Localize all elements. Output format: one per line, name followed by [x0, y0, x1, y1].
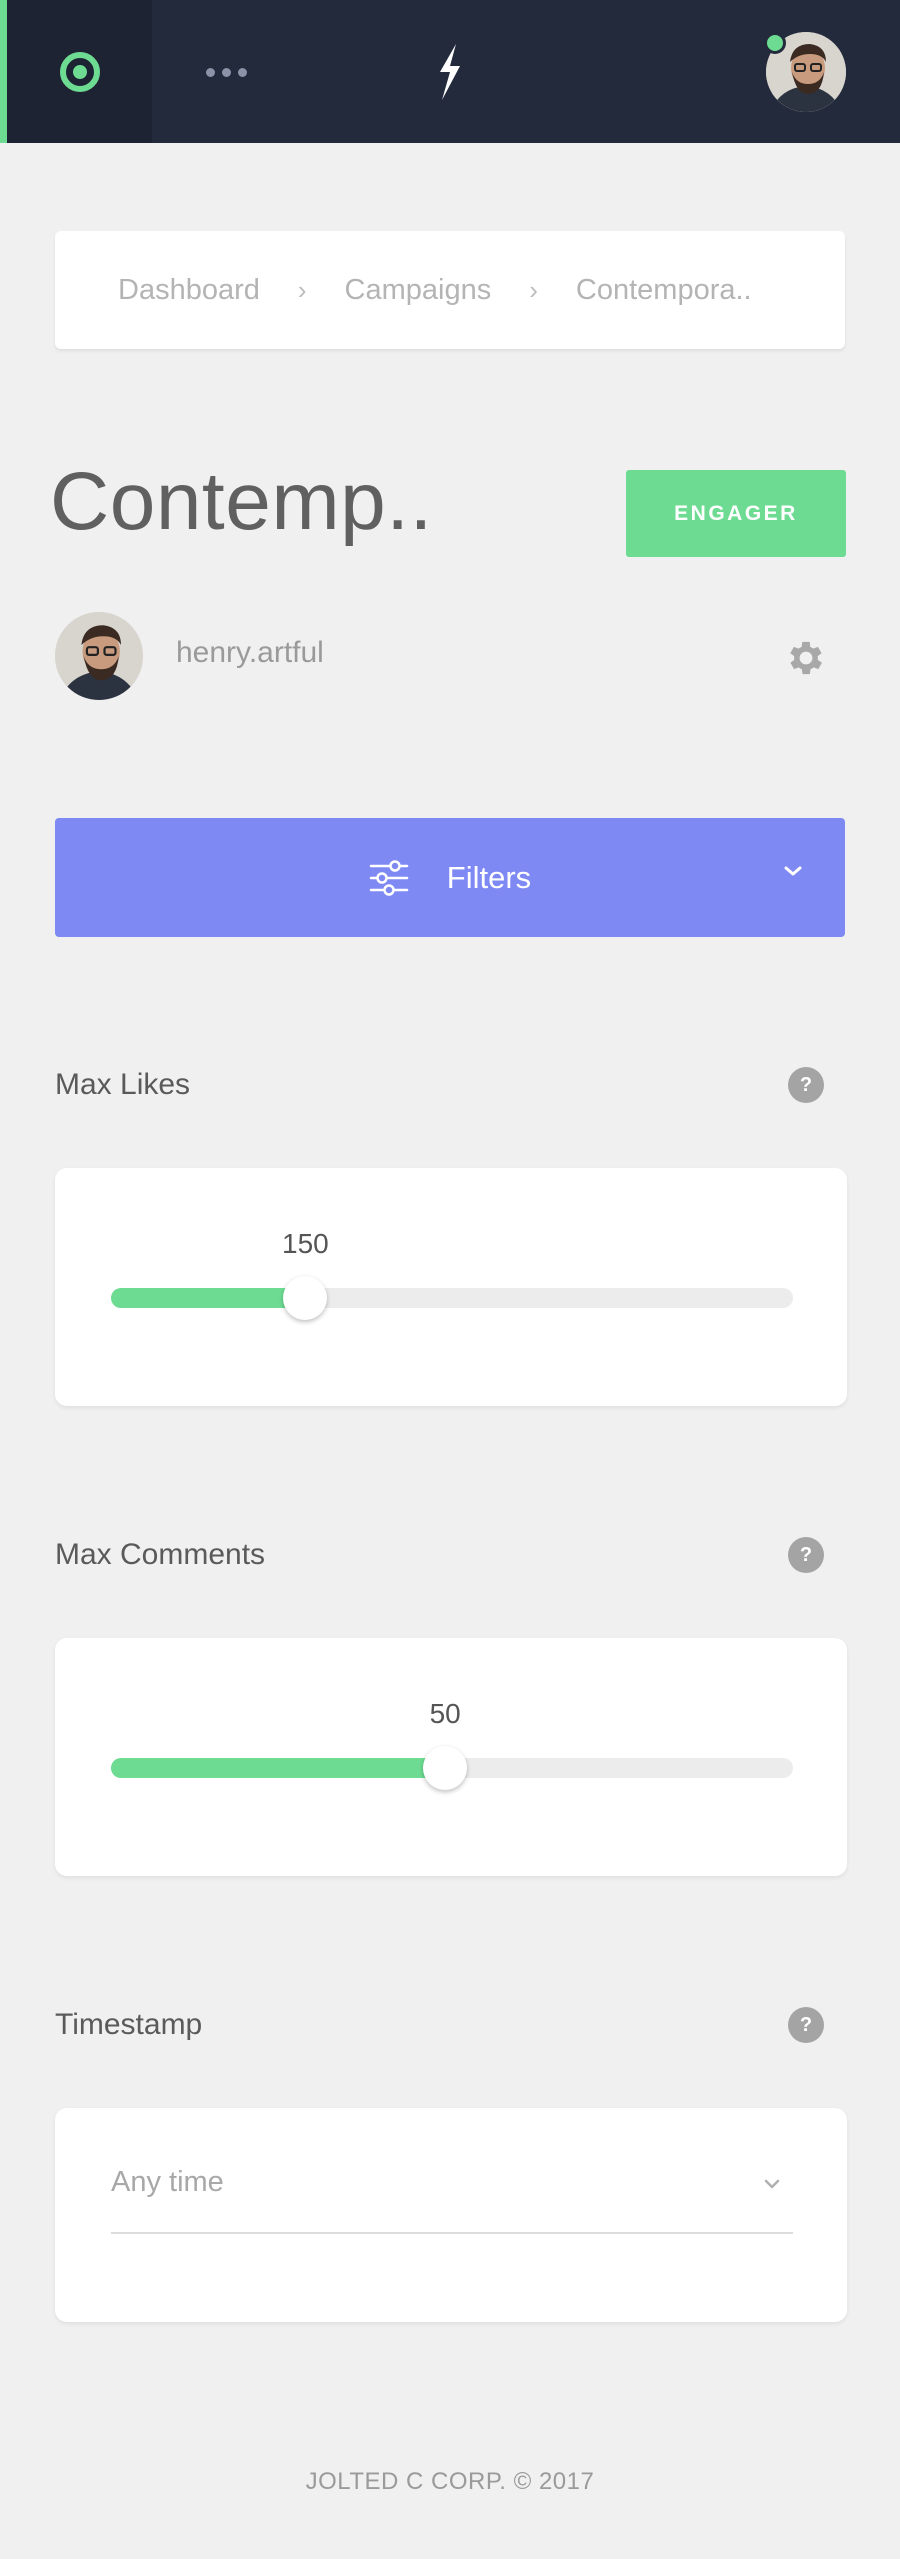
footer-copyright: JOLTED C CORP. © 2017 [305, 2468, 595, 2495]
timestamp-select[interactable]: Any time [111, 2158, 793, 2234]
max-likes-value: 150 [282, 1228, 329, 1259]
max-comments-slider[interactable] [111, 1746, 793, 1790]
help-icon[interactable]: ? [788, 1067, 824, 1103]
home-button[interactable] [0, 0, 152, 143]
breadcrumb-item-campaigns[interactable]: Campaigns [345, 274, 492, 307]
timestamp-label: Timestamp [55, 2008, 203, 2041]
avatar[interactable] [55, 612, 143, 700]
chevron-down-icon [764, 2179, 780, 2189]
breadcrumb-separator-icon: › [297, 274, 307, 305]
max-comments-card: 50 [55, 1638, 847, 1876]
sliders-icon [369, 859, 409, 896]
max-comments-value: 50 [429, 1698, 461, 1729]
max-comments-label: Max Comments [55, 1538, 266, 1571]
breadcrumb-item-dashboard[interactable]: Dashboard [118, 274, 260, 307]
filters-toggle-button[interactable]: Filters [55, 818, 845, 937]
max-likes-slider[interactable] [111, 1276, 793, 1320]
breadcrumb: Dashboard › Campaigns › Contempora.. [55, 231, 845, 349]
timestamp-selected-value: Any time [111, 2166, 224, 2198]
max-comments-slider-fill [111, 1758, 446, 1778]
more-dots-icon[interactable] [196, 62, 256, 82]
max-likes-card: 150 [55, 1168, 847, 1406]
target-icon [59, 51, 100, 92]
username: henry.artful [176, 636, 324, 669]
gear-icon[interactable] [784, 636, 828, 680]
chevron-down-icon [784, 866, 802, 876]
breadcrumb-item-current: Contempora.. [575, 273, 752, 306]
max-comments-slider-handle[interactable] [423, 1746, 468, 1790]
online-status-dot [764, 32, 786, 54]
engager-button[interactable]: ENGAGER [626, 470, 846, 557]
max-likes-slider-fill [111, 1288, 306, 1308]
help-icon[interactable]: ? [788, 2007, 824, 2043]
max-likes-label: Max Likes [55, 1068, 191, 1101]
breadcrumb-separator-icon: › [529, 274, 538, 305]
lightning-bolt-icon [440, 44, 460, 100]
max-likes-slider-handle[interactable] [283, 1276, 328, 1320]
help-icon[interactable]: ? [788, 1537, 824, 1573]
timestamp-card: Any time [55, 2108, 847, 2322]
page-title: Contemp.. [50, 456, 433, 547]
filters-label: Filters [446, 859, 532, 895]
top-navigation-bar [0, 0, 900, 143]
